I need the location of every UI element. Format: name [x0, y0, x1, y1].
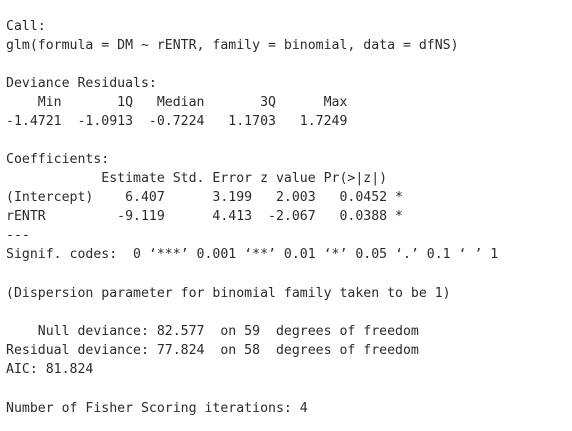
signif-codes-line: Signif. codes: 0 ‘***’ 0.001 ‘**’ 0.01 ‘… — [6, 247, 499, 262]
call-heading: Call: — [6, 19, 46, 34]
coefficients-header-row: Estimate Std. Error z value Pr(>|z|) — [6, 171, 403, 186]
residuals-value-row: -1.4721 -1.0913 -0.7224 1.1703 1.7249 — [6, 114, 364, 129]
coefficient-row-intercept: (Intercept) 6.407 3.199 2.003 0.0452 * — [6, 190, 403, 205]
coefficients-heading: Coefficients: — [6, 152, 110, 167]
coefficient-row-rentr: rENTR -9.119 4.413 -2.067 0.0388 * — [6, 209, 403, 224]
residuals-header-row: Min 1Q Median 3Q Max — [6, 95, 364, 110]
separator-line: --- — [6, 228, 30, 243]
dispersion-note: (Dispersion parameter for binomial famil… — [6, 286, 451, 301]
aic-line: AIC: 81.824 — [6, 362, 94, 377]
deviance-residuals-heading: Deviance Residuals: — [6, 76, 157, 91]
fisher-iterations-line: Number of Fisher Scoring iterations: 4 — [6, 401, 308, 416]
r-console-output: Call: glm(formula = DM ~ rENTR, family =… — [6, 0, 572, 431]
null-deviance-line: Null deviance: 82.577 on 59 degrees of f… — [6, 324, 419, 339]
call-formula: glm(formula = DM ~ rENTR, family = binom… — [6, 38, 459, 53]
residual-deviance-line: Residual deviance: 77.824 on 58 degrees … — [6, 343, 419, 358]
